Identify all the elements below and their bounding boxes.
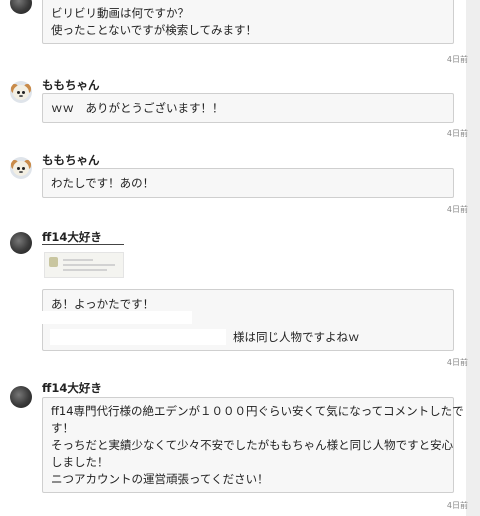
scrollbar-track[interactable] bbox=[466, 0, 480, 516]
comment-username[interactable]: ff14大好き bbox=[42, 229, 102, 245]
pet-avatar-icon[interactable] bbox=[10, 157, 32, 179]
comment-text-line: わたしです！あの！ bbox=[51, 176, 155, 190]
comment-username[interactable]: ももちゃん bbox=[42, 77, 100, 93]
dark-avatar-icon[interactable] bbox=[10, 232, 32, 254]
dark-avatar-icon[interactable] bbox=[10, 386, 32, 408]
comment-text-line: しました！ bbox=[51, 455, 109, 469]
comment-timestamp: 4日前 bbox=[446, 501, 468, 510]
comment-text-line: ff14専門代行様の絶エデンが１０００円ぐらい安くて気になってコメントしたで bbox=[51, 404, 464, 418]
username-underline bbox=[42, 244, 124, 245]
redacted-area bbox=[50, 329, 226, 345]
comment-bubble: ff14専門代行様の絶エデンが１０００円ぐらい安くて気になってコメントしたで す… bbox=[42, 397, 464, 493]
comment-bubble: ビリビリ動画は何ですか？ 使ったことないですが検索してみます！ bbox=[42, 0, 454, 44]
comment-text-line: す！ bbox=[51, 421, 74, 435]
pet-avatar-icon[interactable] bbox=[10, 81, 32, 103]
comment-text-line: ビリビリ動画は何ですか？ bbox=[51, 6, 189, 20]
comment-timestamp: 4日前 bbox=[446, 55, 468, 64]
comment-bubble: ｗｗ ありがとうございます！！ bbox=[42, 93, 454, 123]
comment-text-line: ｗｗ ありがとうございます！！ bbox=[51, 101, 224, 115]
comment-text-line: そっちだと実績少なくて少々不安でしたがももちゃん様と同じ人物ですと安心 bbox=[51, 438, 454, 452]
comment-text-line: 使ったことないですが検索してみます！ bbox=[51, 23, 257, 37]
comment-timestamp: 4日前 bbox=[446, 358, 468, 367]
comment-timestamp: 4日前 bbox=[446, 205, 468, 214]
comment-bubble: わたしです！あの！ bbox=[42, 168, 454, 198]
redacted-area bbox=[42, 311, 192, 324]
comment-username[interactable]: ももちゃん bbox=[42, 152, 100, 168]
comment-text-line: ニつアカウントの運営頑張ってください！ bbox=[51, 472, 269, 486]
comment-timestamp: 4日前 bbox=[446, 129, 468, 138]
attachment-thumbnail[interactable] bbox=[44, 252, 124, 278]
comment-username[interactable]: ff14大好き bbox=[42, 380, 102, 396]
dark-avatar-icon[interactable] bbox=[10, 0, 32, 14]
